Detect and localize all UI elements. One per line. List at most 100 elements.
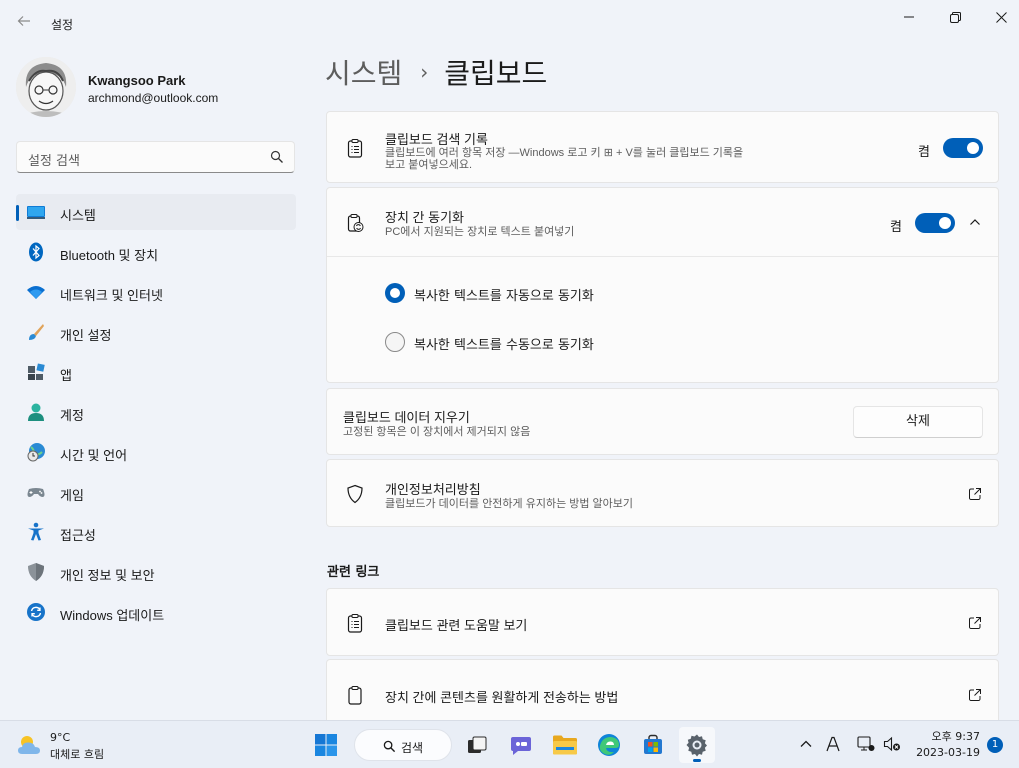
clipboard-history-desc-line2: 보고 붙여넣으세요. [385, 159, 473, 171]
globe-clock-icon [27, 443, 45, 462]
chevron-up-icon[interactable] [969, 216, 981, 228]
clipboard-list-icon [347, 139, 363, 158]
partly-cloudy-icon [18, 736, 40, 754]
chat-app-button[interactable] [503, 727, 539, 763]
search-icon [383, 740, 396, 753]
edge-browser-button[interactable] [591, 727, 627, 763]
sidebar-item-apps[interactable]: 앱 [16, 354, 296, 390]
breadcrumb-separator: › [420, 60, 429, 84]
profile-name: Kwangsoo Park [88, 73, 186, 88]
sidebar-item-label: Windows 업데이트 [60, 608, 165, 623]
sidebar-item-network[interactable]: 네트워크 및 인터넷 [16, 274, 296, 310]
sidebar-item-system[interactable]: 시스템 [16, 194, 296, 230]
sidebar-item-label: 앱 [60, 368, 72, 383]
sidebar-item-label: 네트워크 및 인터넷 [60, 288, 163, 303]
sidebar-item-label: 접근성 [60, 528, 96, 543]
radio-manual-sync[interactable] [385, 332, 405, 352]
task-view-button[interactable] [459, 727, 495, 763]
settings-app-button[interactable] [679, 727, 715, 763]
related-links-heading: 관련 링크 [327, 565, 380, 580]
monitor-icon [27, 206, 45, 219]
settings-search-input[interactable]: 설정 검색 [16, 141, 295, 173]
breadcrumb-parent[interactable]: 시스템 [325, 52, 402, 92]
toggle-state-label: 켬 [890, 220, 902, 235]
clipboard-history-card: 클립보드 검색 기록 클립보드에 여러 항목 저장 —Windows 로고 키 … [326, 111, 999, 183]
toggle-state-label: 켬 [918, 145, 930, 160]
weather-widget[interactable]: 9°C 대체로 흐림 [16, 729, 146, 761]
radio-auto-sync-label: 복사한 텍스트를 자동으로 동기화 [414, 289, 594, 304]
sidebar-item-bluetooth[interactable]: Bluetooth 및 장치 [16, 234, 296, 270]
sidebar-item-time-language[interactable]: 시간 및 언어 [16, 434, 296, 470]
clipboard-sync-icon [347, 214, 364, 232]
apps-icon [28, 363, 45, 380]
related-link-label: 장치 간에 콘텐츠를 원활하게 전송하는 방법 [385, 690, 619, 705]
taskbar: 9°C 대체로 흐림 검색 오후 9:37 2023-03-19 1 [0, 720, 1019, 768]
window-title: 설정 [51, 18, 74, 32]
gamepad-icon [27, 488, 45, 497]
network-status[interactable] [855, 733, 877, 755]
notification-badge[interactable]: 1 [987, 737, 1003, 753]
radio-auto-sync[interactable] [385, 283, 405, 303]
speaker-muted-icon [883, 736, 900, 752]
sidebar-item-label: 시간 및 언어 [60, 448, 128, 463]
chevron-up-icon [800, 740, 812, 747]
ime-letter-icon [826, 736, 840, 752]
title-bar: 설정 [0, 0, 1019, 46]
gear-icon [686, 734, 707, 757]
clear-desc: 고정된 항목은 이 장치에서 제거되지 않음 [343, 426, 531, 438]
restore-button[interactable] [932, 4, 978, 30]
privacy-desc: 클립보드가 데이터를 안전하게 유지하는 방법 알아보기 [385, 498, 634, 510]
related-link-help[interactable]: 클립보드 관련 도움말 보기 [326, 588, 999, 656]
sidebar-item-windows-update[interactable]: Windows 업데이트 [16, 594, 296, 630]
sync-desc: PC에서 지원되는 장치로 텍스트 붙여넣기 [385, 226, 575, 238]
input-indicator[interactable] [822, 733, 844, 755]
taskbar-clock[interactable]: 오후 9:37 2023-03-19 [906, 729, 980, 761]
close-icon [995, 11, 1007, 23]
active-indicator [16, 205, 19, 221]
open-external-icon [969, 689, 981, 701]
windows-logo-icon [315, 734, 337, 756]
restore-icon [949, 11, 961, 23]
shield-icon [28, 563, 44, 581]
minimize-button[interactable] [886, 4, 932, 30]
back-button[interactable] [14, 13, 34, 33]
taskbar-search[interactable]: 검색 [354, 729, 452, 761]
store-bag-icon [644, 734, 662, 754]
privacy-statement-card[interactable]: 개인정보처리방침 클립보드가 데이터를 안전하게 유지하는 방법 알아보기 [326, 459, 999, 527]
arrow-left-icon [17, 16, 30, 26]
sidebar-item-accounts[interactable]: 계정 [16, 394, 296, 430]
start-button[interactable] [308, 727, 344, 763]
profile-email: archmond@outlook.com [88, 91, 219, 105]
sidebar-item-gaming[interactable]: 게임 [16, 474, 296, 510]
sidebar-item-label: 시스템 [60, 208, 96, 223]
privacy-title: 개인정보처리방침 [385, 482, 481, 497]
divider [327, 256, 998, 257]
file-explorer-button[interactable] [547, 727, 583, 763]
clipboard-history-toggle[interactable] [943, 138, 983, 158]
sidebar-item-personalization[interactable]: 개인 설정 [16, 314, 296, 350]
close-button[interactable] [978, 4, 1019, 30]
microsoft-store-button[interactable] [635, 727, 671, 763]
sync-title: 장치 간 동기화 [385, 210, 464, 225]
user-profile[interactable]: Kwangsoo Park archmond@outlook.com [16, 57, 296, 117]
person-icon [28, 403, 44, 421]
related-link-transfer[interactable]: 장치 간에 콘텐츠를 원활하게 전송하는 방법 [326, 659, 999, 720]
search-icon [270, 150, 283, 163]
radio-manual-sync-label: 복사한 텍스트를 수동으로 동기화 [414, 338, 594, 353]
avatar [16, 57, 76, 117]
show-hidden-icons-button[interactable] [795, 733, 817, 755]
clock-date: 2023-03-19 [916, 746, 980, 759]
task-view-icon [468, 736, 487, 753]
open-external-icon [969, 617, 981, 629]
sync-toggle[interactable] [915, 213, 955, 233]
clear-button[interactable]: 삭제 [853, 406, 983, 438]
taskbar-search-label: 검색 [401, 741, 424, 755]
search-placeholder: 설정 검색 [28, 154, 80, 169]
folder-icon [553, 735, 577, 755]
sidebar-item-privacy-security[interactable]: 개인 정보 및 보안 [16, 554, 296, 590]
sync-devices-card: 장치 간 동기화 PC에서 지원되는 장치로 텍스트 붙여넣기 켬 복사한 텍스… [326, 187, 999, 383]
sidebar-item-accessibility[interactable]: 접근성 [16, 514, 296, 550]
volume-status[interactable] [881, 733, 903, 755]
sidebar-item-label: 개인 설정 [60, 328, 112, 343]
monitor-network-icon [857, 736, 875, 751]
